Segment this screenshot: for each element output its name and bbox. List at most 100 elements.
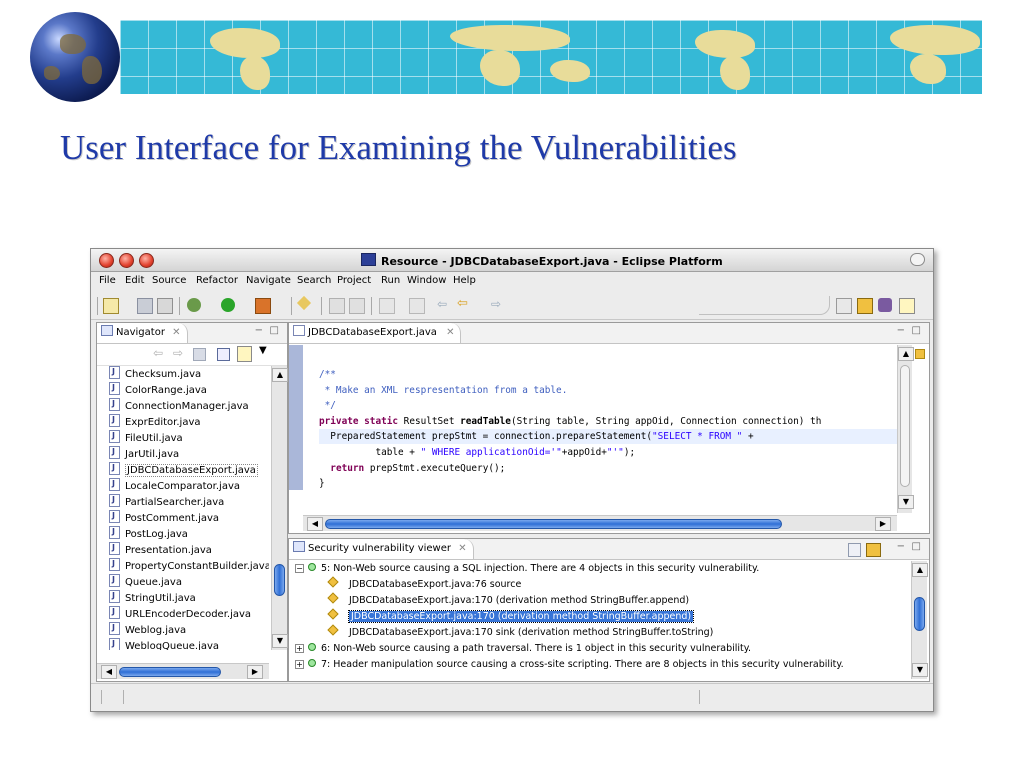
list-item[interactable]: ExprEditor.java xyxy=(109,412,201,430)
toolbar-toggle-button[interactable] xyxy=(910,253,925,266)
edit-icon[interactable] xyxy=(329,298,345,314)
open-perspective-icon[interactable] xyxy=(836,298,852,314)
scroll-down-arrow[interactable]: ▼ xyxy=(898,495,914,509)
previous-annotation-icon[interactable] xyxy=(409,298,425,314)
warning-overview-icon[interactable] xyxy=(915,349,925,359)
maximize-icon[interactable]: □ xyxy=(912,541,921,552)
menu-help[interactable]: Help xyxy=(453,275,476,286)
tree-row-vulnerability-7[interactable]: +7: Header manipulation source causing a… xyxy=(295,657,844,673)
link-with-editor-icon[interactable] xyxy=(237,346,252,362)
close-icon[interactable]: ✕ xyxy=(458,543,466,554)
forward-arrow-icon[interactable]: ⇨ xyxy=(491,298,505,312)
debug-perspective-icon[interactable] xyxy=(878,298,892,312)
viewer-vertical-scrollbar[interactable]: ▲ ▼ xyxy=(911,561,928,679)
scroll-right-arrow[interactable]: ▶ xyxy=(247,665,263,679)
scroll-left-arrow[interactable]: ◀ xyxy=(307,517,323,531)
list-item[interactable]: PartialSearcher.java xyxy=(109,492,224,510)
menu-navigate[interactable]: Navigate xyxy=(246,275,291,286)
list-item[interactable]: StringUtil.java xyxy=(109,588,196,606)
back-icon[interactable]: ⇦ xyxy=(153,346,163,360)
maximize-icon[interactable]: □ xyxy=(270,325,279,336)
list-item[interactable]: WeblogQueue.java xyxy=(109,636,219,650)
print-icon[interactable] xyxy=(157,298,173,314)
editor-vertical-scrollbar[interactable]: ▲ ▼ xyxy=(897,345,914,513)
save-icon[interactable] xyxy=(137,298,153,314)
external-tools-icon[interactable] xyxy=(255,298,271,314)
menu-source[interactable]: Source xyxy=(152,275,186,286)
scrollbar-thumb[interactable] xyxy=(900,365,910,487)
list-item[interactable]: JDBCDatabaseExport.java xyxy=(109,460,258,478)
tree-row-trace-selected[interactable]: JDBCDatabaseExport.java:170 (derivation … xyxy=(327,608,695,625)
tree-row-trace[interactable]: JDBCDatabaseExport.java:170 sink (deriva… xyxy=(327,624,713,641)
copy-icon[interactable] xyxy=(349,298,365,314)
last-edit-icon[interactable]: ⇦ xyxy=(457,297,471,312)
list-item[interactable]: Queue.java xyxy=(109,572,182,590)
close-icon[interactable]: ✕ xyxy=(172,327,180,338)
resource-perspective-icon[interactable] xyxy=(899,298,915,314)
tab-security-vulnerability-viewer[interactable]: Security vulnerability viewer ✕ xyxy=(289,539,474,559)
minimize-icon[interactable]: − xyxy=(897,325,905,336)
new-icon[interactable] xyxy=(103,298,119,314)
scroll-left-arrow[interactable]: ◀ xyxy=(101,665,117,679)
menu-project[interactable]: Project xyxy=(337,275,371,286)
list-item[interactable]: Presentation.java xyxy=(109,540,212,558)
navigator-horizontal-scrollbar[interactable]: ◀ ▶ xyxy=(97,663,269,679)
navigator-vertical-scrollbar[interactable]: ▲ ▼ xyxy=(271,366,288,650)
tab-jdbcdatabaseexport[interactable]: JDBCDatabaseExport.java ✕ xyxy=(289,323,462,343)
scroll-up-arrow[interactable]: ▲ xyxy=(272,368,288,382)
menu-search[interactable]: Search xyxy=(297,275,331,286)
list-item[interactable]: ConnectionManager.java xyxy=(109,396,249,414)
close-window-button[interactable] xyxy=(99,253,114,268)
list-item[interactable]: LocaleComparator.java xyxy=(109,476,240,494)
scroll-up-arrow[interactable]: ▲ xyxy=(898,347,914,361)
debug-icon[interactable] xyxy=(187,298,201,312)
pen-icon[interactable] xyxy=(296,295,312,311)
up-icon[interactable] xyxy=(193,348,206,361)
close-icon[interactable]: ✕ xyxy=(446,327,454,338)
collapse-all-icon[interactable] xyxy=(217,348,230,361)
view-menu-icon[interactable]: ▼ xyxy=(259,345,267,356)
maximize-icon[interactable]: □ xyxy=(912,325,921,336)
tree-row-trace[interactable]: JDBCDatabaseExport.java:170 (derivation … xyxy=(327,592,689,609)
zoom-window-button[interactable] xyxy=(139,253,154,268)
scroll-down-arrow[interactable]: ▼ xyxy=(912,663,928,677)
list-item[interactable]: FileUtil.java xyxy=(109,428,183,446)
list-item[interactable]: PostLog.java xyxy=(109,524,188,542)
list-item[interactable]: ColorRange.java xyxy=(109,380,207,398)
forward-icon[interactable]: ⇨ xyxy=(173,346,183,360)
scroll-right-arrow[interactable]: ▶ xyxy=(875,517,891,531)
tree-row-vulnerability-5[interactable]: −5: Non-Web source causing a SQL injecti… xyxy=(295,561,759,577)
list-item[interactable]: PropertyConstantBuilder.java xyxy=(109,556,269,574)
run-icon[interactable] xyxy=(221,298,235,312)
export-icon[interactable] xyxy=(866,543,881,557)
menu-refactor[interactable]: Refactor xyxy=(196,275,238,286)
list-item[interactable]: PostComment.java xyxy=(109,508,219,526)
document-icon[interactable] xyxy=(848,543,861,557)
expander[interactable]: − xyxy=(295,564,304,573)
tree-row-vulnerability-6[interactable]: +6: Non-Web source causing a path traver… xyxy=(295,641,751,657)
editor-horizontal-scrollbar[interactable]: ◀ ▶ xyxy=(303,515,897,531)
source-code[interactable]: /** * Make an XML respresentation from a… xyxy=(319,367,821,492)
list-item[interactable]: Checksum.java xyxy=(109,366,201,382)
expander[interactable]: + xyxy=(295,660,304,669)
next-annotation-icon[interactable] xyxy=(379,298,395,314)
back-arrow-icon[interactable]: ⇦ xyxy=(437,298,451,312)
menu-edit[interactable]: Edit xyxy=(125,275,144,286)
menu-window[interactable]: Window xyxy=(407,275,446,286)
scrollbar-thumb[interactable] xyxy=(274,564,285,596)
menu-file[interactable]: File xyxy=(99,275,116,286)
list-item[interactable]: JarUtil.java xyxy=(109,444,179,462)
minimize-window-button[interactable] xyxy=(119,253,134,268)
scroll-up-arrow[interactable]: ▲ xyxy=(912,563,928,577)
expander[interactable]: + xyxy=(295,644,304,653)
scrollbar-thumb[interactable] xyxy=(325,519,782,529)
minimize-icon[interactable]: − xyxy=(897,541,905,552)
tab-navigator[interactable]: Navigator ✕ xyxy=(97,323,188,343)
scroll-down-arrow[interactable]: ▼ xyxy=(272,634,288,648)
tree-row-trace[interactable]: JDBCDatabaseExport.java:76 source xyxy=(327,576,521,593)
scrollbar-thumb[interactable] xyxy=(119,667,221,677)
menu-run[interactable]: Run xyxy=(381,275,400,286)
list-item[interactable]: URLEncoderDecoder.java xyxy=(109,604,251,622)
list-item[interactable]: Weblog.java xyxy=(109,620,186,638)
cvs-perspective-icon[interactable] xyxy=(857,298,873,314)
